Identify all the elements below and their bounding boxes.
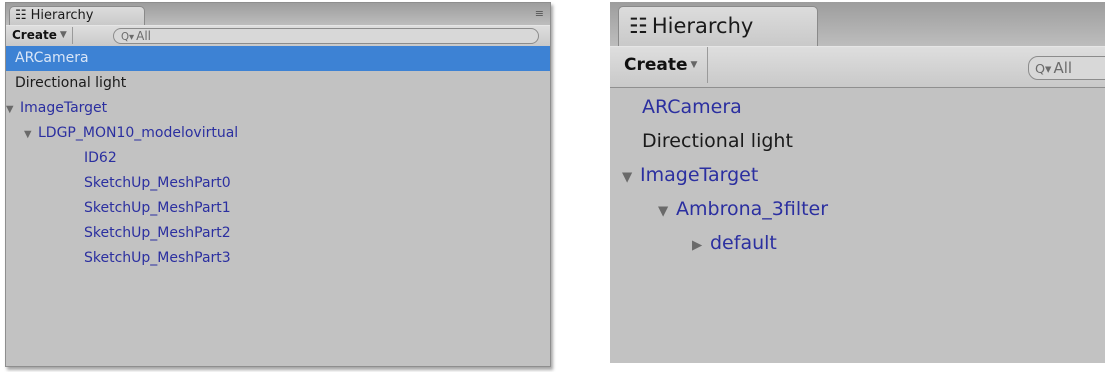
expand-arrow-icon[interactable]: ▼: [6, 97, 20, 122]
tree-item-meshpart3[interactable]: SketchUp_MeshPart3: [6, 246, 550, 271]
tree-item-label: ImageTarget: [20, 100, 108, 116]
hierarchy-icon: ☷: [629, 14, 648, 38]
tree-item-model[interactable]: ▼ LDGP_MON10_modelovirtual: [6, 121, 550, 146]
tab-hierarchy[interactable]: ☷ Hierarchy: [9, 6, 145, 26]
tree-item-label: SketchUp_MeshPart1: [84, 200, 231, 216]
tree-item-imagetarget[interactable]: ▼ ImageTarget: [6, 96, 550, 121]
tree-item-directional-light[interactable]: Directional light: [610, 124, 1105, 158]
expand-arrow-icon[interactable]: ▼: [658, 195, 676, 229]
search-icon: Q▾: [121, 32, 135, 43]
panel-titlebar: ☷ Hierarchy: [610, 2, 1105, 48]
create-label: Create: [12, 28, 57, 42]
search-icon: Q▾: [1035, 62, 1052, 77]
tree-item-meshpart2[interactable]: SketchUp_MeshPart2: [6, 221, 550, 246]
hierarchy-panel-left: ☷ Hierarchy ≡ Create ▼ Q▾ All ARCamera Dire…: [5, 2, 551, 367]
tree-item-imagetarget[interactable]: ▼ ImageTarget: [610, 158, 1105, 192]
panel-titlebar: ☷ Hierarchy ≡: [6, 3, 550, 26]
tab-hierarchy[interactable]: ☷ Hierarchy: [618, 6, 818, 48]
tree-item-arcamera[interactable]: ARCamera: [610, 90, 1105, 124]
tree-item-default[interactable]: ▶ default: [610, 226, 1105, 260]
hierarchy-panel-right: ☷ Hierarchy Create ▼ Q▾ All ARCamera Direct…: [610, 2, 1105, 363]
tab-title: Hierarchy: [651, 14, 754, 38]
tree-item-meshpart1[interactable]: SketchUp_MeshPart1: [6, 196, 550, 221]
expand-arrow-icon[interactable]: ▼: [622, 161, 640, 195]
search-input[interactable]: Q▾ All: [113, 28, 539, 44]
hierarchy-toolbar: Create ▼ Q▾ All: [610, 46, 1105, 88]
tree-item-label: ARCamera: [642, 96, 742, 118]
hierarchy-toolbar: Create ▼ Q▾ All: [6, 25, 550, 47]
expand-arrow-icon[interactable]: ▼: [24, 122, 38, 147]
hierarchy-tree: ARCamera Directional light ▼ ImageTarget …: [610, 90, 1105, 260]
tree-item-label: SketchUp_MeshPart2: [84, 225, 231, 241]
chevron-down-icon: ▼: [690, 60, 698, 70]
search-placeholder: All: [1053, 59, 1073, 77]
tree-item-label: ARCamera: [15, 50, 89, 66]
chevron-down-icon: ▼: [59, 30, 67, 40]
tree-item-label: SketchUp_MeshPart0: [84, 175, 231, 191]
panel-menu-icon[interactable]: ≡: [535, 7, 544, 20]
tab-title: Hierarchy: [30, 8, 94, 23]
tree-item-label: Ambrona_3filter: [676, 198, 829, 220]
create-label: Create: [624, 55, 688, 75]
tree-item-arcamera[interactable]: ARCamera: [6, 46, 550, 71]
tree-item-label: default: [710, 232, 777, 254]
tree-item-label: ImageTarget: [640, 164, 759, 186]
collapsed-arrow-icon[interactable]: ▶: [692, 229, 710, 263]
create-dropdown-button[interactable]: Create ▼: [614, 47, 709, 83]
tree-item-label: SketchUp_MeshPart3: [84, 250, 231, 266]
tree-item-id62[interactable]: ID62: [6, 146, 550, 171]
tree-item-ambrona[interactable]: ▼ Ambrona_3filter: [610, 192, 1105, 226]
tree-item-directional-light[interactable]: Directional light: [6, 71, 550, 96]
search-input[interactable]: Q▾ All: [1028, 56, 1105, 80]
search-placeholder: All: [136, 29, 152, 43]
hierarchy-icon: ☷: [15, 8, 27, 23]
hierarchy-tree: ARCamera Directional light ▼ ImageTarget …: [6, 46, 550, 271]
tree-item-label: LDGP_MON10_modelovirtual: [38, 125, 239, 141]
tree-item-meshpart0[interactable]: SketchUp_MeshPart0: [6, 171, 550, 196]
tree-item-label: Directional light: [15, 75, 127, 91]
tree-item-label: ID62: [84, 150, 117, 166]
create-dropdown-button[interactable]: Create ▼: [8, 27, 73, 44]
tree-item-label: Directional light: [642, 130, 793, 152]
